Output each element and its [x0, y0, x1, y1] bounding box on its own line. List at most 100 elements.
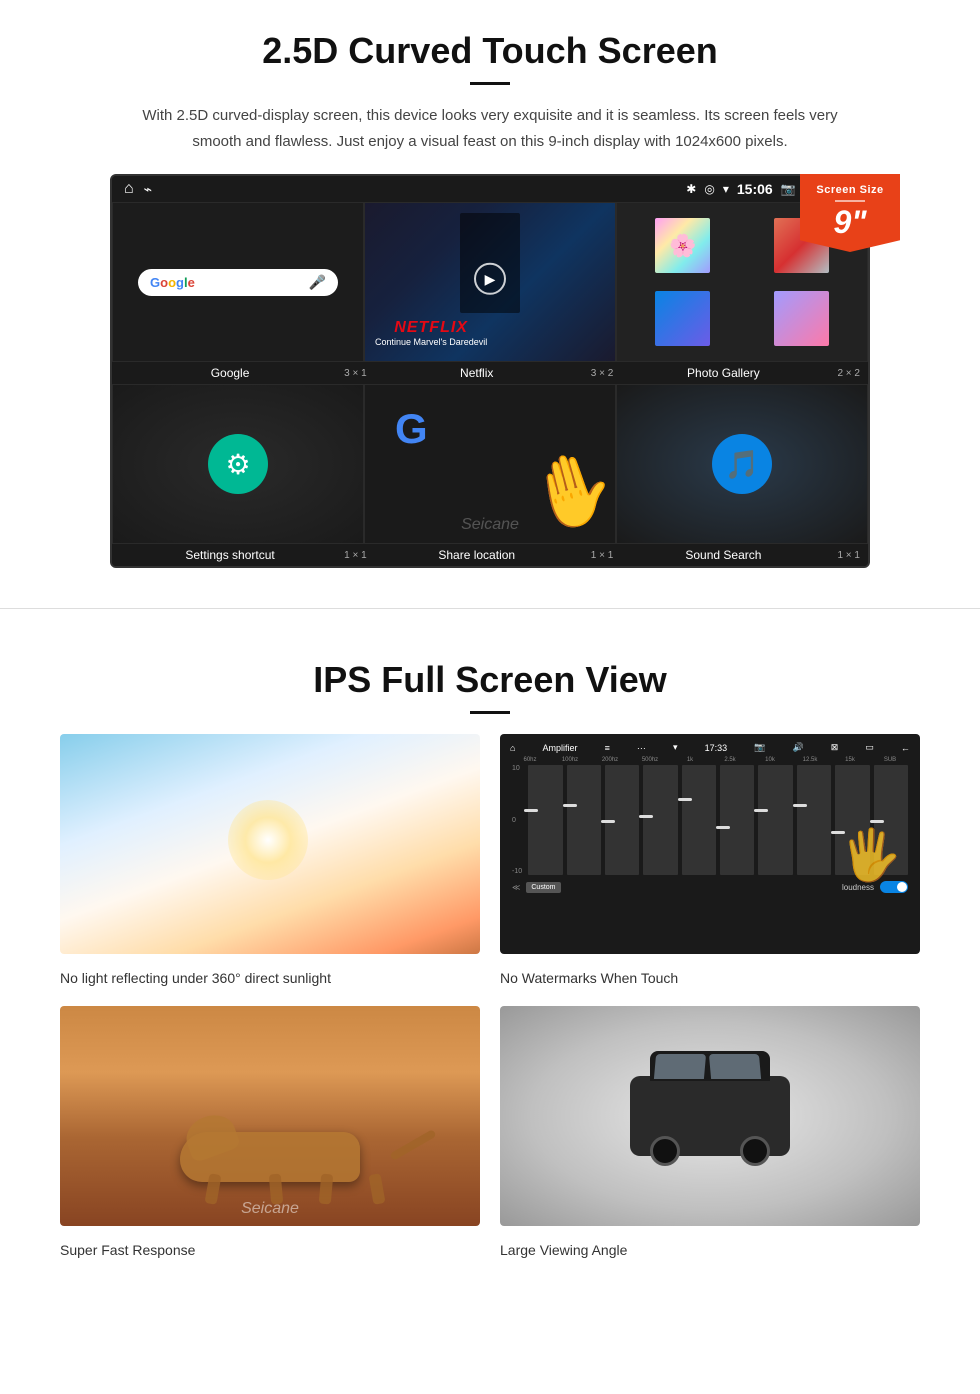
- sun-glow: [228, 800, 308, 880]
- amp-slider-3[interactable]: [605, 765, 639, 875]
- amp-win: ▭: [865, 742, 874, 753]
- cheetah-visual: Seicane: [60, 1006, 480, 1226]
- amp-handle-6: [716, 826, 730, 829]
- car-window-rear: [709, 1054, 761, 1079]
- share-size: 1 × 1: [591, 550, 614, 561]
- feature-no-watermarks: ⌂ Amplifier ≡ ··· ▾ 17:33 📷 🔊 ⊠ ▭ ←: [500, 734, 920, 986]
- feature-no-reflection: No light reflecting under 360° direct su…: [60, 734, 480, 986]
- amp-slider-5[interactable]: [682, 765, 716, 875]
- google-label: Google: [120, 366, 340, 380]
- wifi-icon: ▾: [723, 182, 729, 196]
- amp-slider-8[interactable]: [797, 765, 831, 875]
- labels-row2: Settings shortcut 1 × 1 Share location 1…: [112, 544, 868, 566]
- cheetah-leg4: [368, 1173, 385, 1205]
- amp-eq-icon: ≡: [605, 743, 610, 753]
- amp-slider-7[interactable]: [758, 765, 792, 875]
- feature-fast-response: Seicane Super Fast Response: [60, 1006, 480, 1258]
- amp-handle-2: [563, 804, 577, 807]
- app-grid-row2: ⚙ G 🤚 🎵 Seicane: [112, 384, 868, 544]
- gallery-size: 2 × 2: [837, 368, 860, 379]
- feature-caption-2: No Watermarks When Touch: [500, 970, 920, 986]
- status-bar: ⌂ ⌁ ✱ ◎ ▾ 15:06 📷 🔊 ⊠ ▭: [112, 176, 868, 202]
- feature-image-car: [500, 1006, 920, 1226]
- section1-title-divider: [470, 82, 510, 85]
- status-left: ⌂ ⌁: [124, 180, 152, 198]
- settings-app-cell[interactable]: ⚙: [112, 384, 364, 544]
- amp-handle-4: [639, 815, 653, 818]
- amp-slider-1[interactable]: [528, 765, 562, 875]
- amp-freq-labels: 60hz 100hz 200hz 500hz 1k 2.5k 10k 12.5k…: [508, 757, 912, 763]
- feature-grid: No light reflecting under 360° direct su…: [60, 734, 920, 1258]
- camera-icon: 📷: [781, 182, 796, 196]
- amp-handle-5: [678, 798, 692, 801]
- feature-image-cheetah: Seicane: [60, 1006, 480, 1226]
- feature-caption-1: No light reflecting under 360° direct su…: [60, 970, 480, 986]
- netflix-info: NETFLIX Continue Marvel's Daredevil: [375, 319, 487, 347]
- sound-search-cell[interactable]: 🎵: [616, 384, 868, 544]
- gallery-photo-blue: [655, 291, 710, 346]
- amp-prev-icon: ≪: [512, 883, 520, 892]
- netflix-logo: NETFLIX: [375, 319, 487, 337]
- share-g-icon: G: [395, 405, 428, 453]
- amp-time: 17:33: [705, 743, 728, 753]
- section1-title: 2.5D Curved Touch Screen: [60, 30, 920, 72]
- section2-title: IPS Full Screen View: [60, 659, 920, 701]
- car-windshield: [654, 1054, 706, 1079]
- amp-wifi: ▾: [673, 742, 678, 753]
- amp-slider-6[interactable]: [720, 765, 754, 875]
- amp-handle-8: [793, 804, 807, 807]
- amp-eq-bars: 100-10: [508, 765, 912, 875]
- device-wrapper: Screen Size 9" ⌂ ⌁ ✱ ◎ ▾ 15:06 📷 🔊 ⊠: [100, 174, 880, 568]
- section-ips: IPS Full Screen View No light reflecting…: [0, 629, 980, 1278]
- badge-label: Screen Size: [808, 184, 892, 196]
- google-app-cell[interactable]: Google 🎤: [112, 202, 364, 362]
- feature-image-amplifier: ⌂ Amplifier ≡ ··· ▾ 17:33 📷 🔊 ⊠ ▭ ←: [500, 734, 920, 954]
- amp-toggle-knob: [897, 882, 907, 892]
- device-frame: ⌂ ⌁ ✱ ◎ ▾ 15:06 📷 🔊 ⊠ ▭: [110, 174, 870, 568]
- amp-loudness-toggle[interactable]: [880, 881, 908, 893]
- car-container: [630, 1076, 790, 1156]
- gallery-photo-purple: [774, 291, 829, 346]
- amp-scale: 100-10: [512, 765, 524, 875]
- amp-slider-4[interactable]: [643, 765, 677, 875]
- amp-slider-2[interactable]: [567, 765, 601, 875]
- netflix-subtitle: Continue Marvel's Daredevil: [375, 337, 487, 347]
- usb-icon: ⌁: [144, 181, 152, 198]
- sound-size: 1 × 1: [837, 550, 860, 561]
- feature-caption-3: Super Fast Response: [60, 1242, 480, 1258]
- amp-custom-btn[interactable]: Custom: [526, 882, 560, 893]
- netflix-app-cell[interactable]: ▶ NETFLIX Continue Marvel's Daredevil: [364, 202, 616, 362]
- amp-vol: 🔊: [792, 742, 803, 753]
- amp-back: ←: [901, 743, 910, 753]
- settings-icon: ⚙: [208, 434, 268, 494]
- sky-visual: [60, 734, 480, 954]
- amp-handle-7: [754, 809, 768, 812]
- labels-row1: Google 3 × 1 Netflix 3 × 2 Photo Gallery…: [112, 362, 868, 384]
- amp-handle-10: [870, 820, 884, 823]
- sound-label: Sound Search: [613, 548, 833, 562]
- app-grid-row1: Google 🎤 ▶ NETFLIX Continue Marvel's Dar…: [112, 202, 868, 362]
- car-wheel-front: [650, 1136, 680, 1166]
- settings-label: Settings shortcut: [120, 548, 340, 562]
- amplifier-visual: ⌂ Amplifier ≡ ··· ▾ 17:33 📷 🔊 ⊠ ▭ ←: [500, 734, 920, 954]
- section-divider-line: [0, 608, 980, 609]
- badge-size: 9": [808, 206, 892, 238]
- google-logo: Google: [150, 275, 195, 290]
- amp-hand-icon: 🖐: [840, 826, 902, 885]
- gallery-photo-flower: 🌸: [655, 218, 710, 273]
- section-curved: 2.5D Curved Touch Screen With 2.5D curve…: [0, 0, 980, 588]
- section2-title-divider: [470, 711, 510, 714]
- feature-large-angle: Large Viewing Angle: [500, 1006, 920, 1258]
- home-icon[interactable]: ⌂: [124, 180, 134, 198]
- google-size: 3 × 1: [344, 368, 367, 379]
- netflix-play-button[interactable]: ▶: [474, 263, 506, 295]
- cheetah-watermark: Seicane: [241, 1200, 299, 1218]
- amp-cam: 📷: [754, 742, 765, 753]
- section1-description: With 2.5D curved-display screen, this de…: [140, 103, 840, 154]
- location-icon: ◎: [704, 182, 714, 196]
- music-icon: 🎵: [712, 434, 772, 494]
- gallery-label: Photo Gallery: [613, 366, 833, 380]
- google-search-bar[interactable]: Google 🎤: [138, 269, 338, 296]
- amp-x: ⊠: [831, 742, 839, 753]
- google-mic-icon[interactable]: 🎤: [309, 274, 326, 291]
